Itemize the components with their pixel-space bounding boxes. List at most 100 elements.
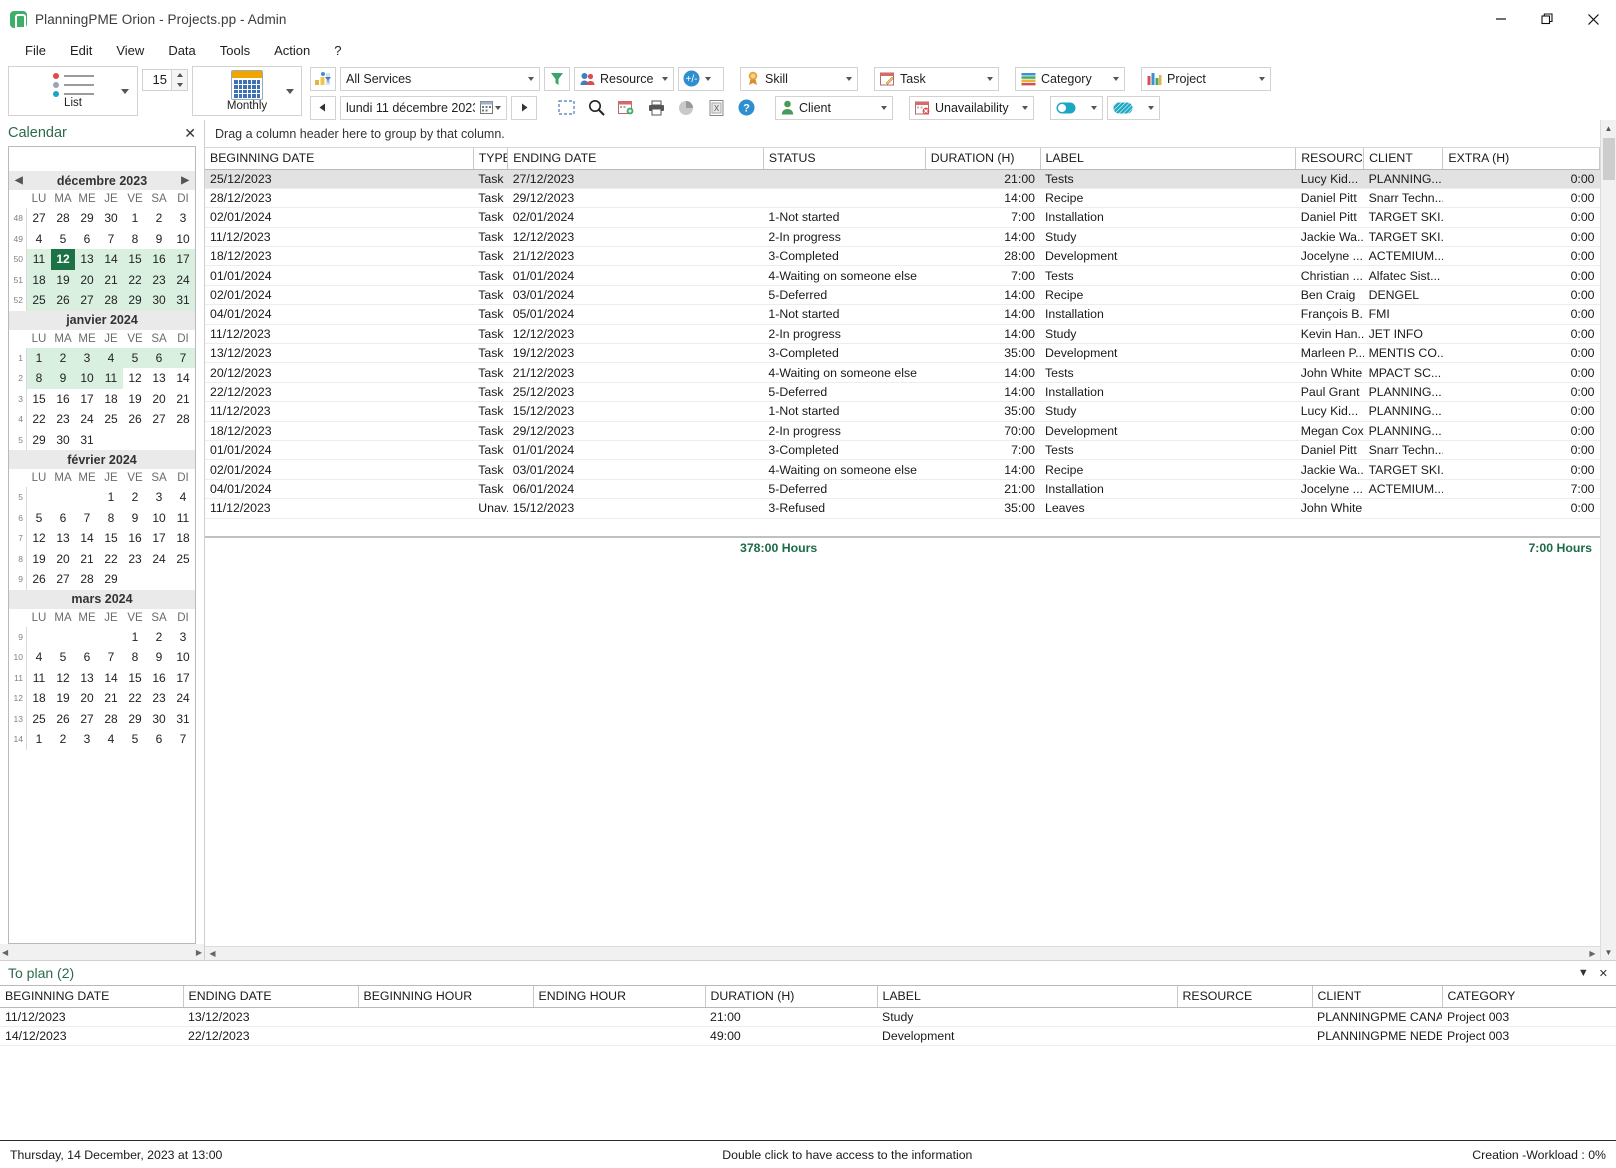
day-cell[interactable]: 28 [99, 709, 123, 730]
table-row[interactable]: 11/12/2023Unav...15/12/20233-Refused35:0… [205, 498, 1600, 519]
table-row[interactable]: 11/12/2023 Task 15/12/2023 1-Not started 35:… [205, 401, 1600, 422]
column-header-duration-h[interactable]: DURATION (H) [925, 148, 1041, 170]
day-cell[interactable]: 5 [51, 229, 75, 250]
skill-select[interactable]: Skill [740, 66, 858, 91]
day-cell[interactable]: 14 [171, 368, 195, 389]
to-plan-row[interactable]: 14/12/2023 22/12/2023 49:00 Development PLAN… [0, 1026, 1616, 1047]
date-field[interactable]: lundi 11 décembre 2023 [340, 95, 507, 120]
day-cell[interactable]: 6 [75, 647, 99, 668]
day-cell[interactable]: 30 [147, 290, 171, 311]
day-cell[interactable]: 13 [51, 528, 75, 549]
day-cell[interactable]: 15 [99, 528, 123, 549]
restore-icon[interactable] [1524, 0, 1570, 38]
day-cell[interactable]: 6 [147, 729, 171, 750]
menu-item-data[interactable]: Data [157, 41, 206, 60]
next-date-button[interactable] [511, 95, 537, 120]
menu-item-view[interactable]: View [105, 41, 155, 60]
day-cell[interactable]: 4 [99, 347, 123, 368]
day-cell[interactable]: 22 [123, 688, 147, 709]
view-mode-list-button[interactable]: List [8, 66, 138, 116]
day-cell[interactable]: 26 [51, 290, 75, 311]
resource-select[interactable]: Resource [574, 66, 674, 91]
day-cell[interactable]: 1 [27, 729, 51, 750]
day-cell[interactable]: 2 [123, 487, 147, 508]
day-cell[interactable]: 9 [123, 508, 147, 529]
day-cell[interactable]: 2 [51, 347, 75, 368]
day-cell[interactable]: 4 [27, 647, 51, 668]
day-cell[interactable]: 26 [123, 409, 147, 430]
toggle-select-1[interactable] [1050, 95, 1103, 120]
day-cell[interactable]: 22 [123, 269, 147, 290]
pie-chart-icon[interactable] [673, 96, 699, 120]
day-cell[interactable]: 21 [99, 688, 123, 709]
day-cell[interactable]: 23 [147, 688, 171, 709]
day-cell[interactable]: 9 [51, 368, 75, 389]
day-cell[interactable]: 18 [99, 389, 123, 410]
minimize-icon[interactable] [1478, 0, 1524, 38]
day-cell[interactable]: 7 [171, 347, 195, 368]
day-cell[interactable]: 29 [99, 569, 123, 590]
day-cell[interactable]: 30 [147, 709, 171, 730]
table-row[interactable]: 20/12/2023 Task 21/12/2023 4-Waiting on som… [205, 362, 1600, 383]
prev-month-arrow[interactable]: ◀ [15, 175, 23, 186]
menu-item-file[interactable]: File [14, 41, 57, 60]
day-cell[interactable]: 10 [171, 647, 195, 668]
day-cell[interactable]: 11 [27, 249, 51, 270]
table-row[interactable]: 11/12/2023 Task 12/12/2023 2-In progress 14:… [205, 227, 1600, 248]
day-cell[interactable]: 26 [51, 709, 75, 730]
day-cell[interactable]: 8 [123, 229, 147, 250]
day-cell[interactable]: 1 [123, 627, 147, 648]
column-header-status[interactable]: STATUS [763, 148, 926, 170]
day-cell[interactable]: 7 [75, 508, 99, 529]
chevron-down-icon[interactable] [881, 105, 887, 110]
day-cell[interactable]: 3 [75, 729, 99, 750]
day-cell[interactable]: 23 [123, 549, 147, 570]
scroll-down-icon[interactable]: ▼ [1601, 944, 1616, 960]
excel-export-icon[interactable]: X [703, 96, 729, 120]
table-row[interactable]: 02/01/2024 Task 03/01/2024 4-Waiting on som… [205, 459, 1600, 480]
toplan-column-ending-date[interactable]: ENDING DATE [183, 986, 359, 1008]
new-task-icon[interactable] [613, 96, 639, 120]
day-cell[interactable]: 11 [171, 508, 195, 529]
toggle-select-2[interactable] [1107, 95, 1160, 120]
day-cell[interactable]: 2 [51, 729, 75, 750]
day-cell[interactable]: 7 [171, 729, 195, 750]
grid-hscrollbar[interactable]: ◀ ▶ [205, 946, 1600, 960]
toplan-column-category[interactable]: CATEGORY [1442, 986, 1616, 1008]
day-cell[interactable]: 16 [123, 528, 147, 549]
chevron-down-icon[interactable] [121, 89, 129, 94]
scroll-up-icon[interactable]: ▲ [1601, 120, 1616, 136]
day-cell[interactable]: 6 [51, 508, 75, 529]
day-cell[interactable]: 18 [171, 528, 195, 549]
chevron-down-icon[interactable] [987, 76, 993, 81]
day-cell[interactable]: 14 [99, 249, 123, 270]
chevron-down-icon[interactable] [846, 76, 852, 81]
day-cell[interactable]: 8 [123, 647, 147, 668]
menu-item-help[interactable]: ? [323, 41, 352, 60]
day-cell[interactable]: 30 [51, 430, 75, 451]
toplan-column-label[interactable]: LABEL [877, 986, 1178, 1008]
column-header-type[interactable]: TYPE [473, 148, 509, 170]
day-cell[interactable]: 16 [147, 249, 171, 270]
prev-date-button[interactable] [310, 95, 336, 120]
project-select[interactable]: Project [1141, 66, 1271, 91]
day-cell[interactable]: 31 [171, 290, 195, 311]
day-cell[interactable]: 2 [147, 208, 171, 229]
plus-minus-select[interactable]: +/- [678, 66, 724, 91]
day-cell[interactable]: 19 [51, 269, 75, 290]
day-cell[interactable]: 3 [147, 487, 171, 508]
chevron-down-icon[interactable] [705, 76, 711, 81]
day-cell[interactable]: 9 [147, 647, 171, 668]
day-cell[interactable]: 17 [171, 249, 195, 270]
day-cell[interactable]: 15 [27, 389, 51, 410]
day-cell[interactable]: 24 [75, 409, 99, 430]
day-cell[interactable]: 4 [171, 487, 195, 508]
day-cell[interactable]: 5 [51, 647, 75, 668]
table-header-row[interactable]: BEGINNING DATE TYPE ENDING DATE STATUS DURAT… [205, 148, 1600, 170]
chevron-down-icon[interactable] [286, 89, 294, 94]
column-header-client[interactable]: CLIENT [1363, 148, 1444, 170]
day-cell[interactable]: 28 [51, 208, 75, 229]
column-header-resource[interactable]: RESOURCE [1295, 148, 1365, 170]
vscroll-thumb[interactable] [1602, 138, 1615, 180]
day-cell[interactable]: 18 [27, 269, 51, 290]
